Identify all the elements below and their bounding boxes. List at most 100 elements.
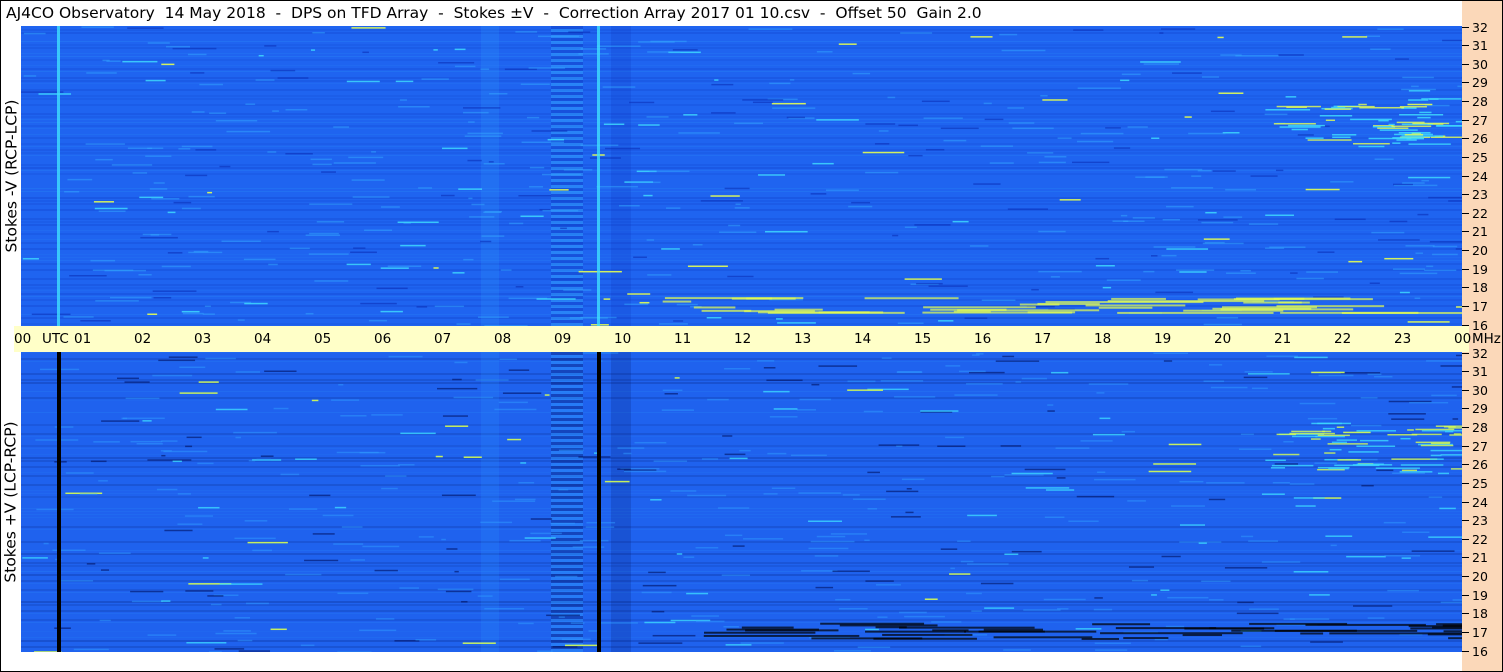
spectrogram-speckle: [1203, 323, 1242, 326]
frequency-tick-mark: [1462, 352, 1469, 354]
frequency-tick-text: 30: [1472, 56, 1488, 72]
spectrogram-speckle: [1068, 520, 1099, 522]
frequency-tick-label: 30: [1462, 382, 1488, 398]
spectrogram-speckle: [531, 130, 568, 132]
frequency-tick-text: 25: [1472, 475, 1488, 491]
spectrogram-burst-stripe: [551, 403, 583, 406]
spectrogram-burst-stripe: [551, 284, 583, 287]
spectrogram-speckle: [351, 179, 385, 181]
spectrogram-burst-stripe: [551, 508, 583, 511]
spectrogram-speckle: [190, 72, 205, 74]
spectrogram-speckle: [1094, 642, 1131, 645]
spectrogram-emission-streak: [993, 636, 1093, 639]
frequency-tick-label: 23: [1462, 513, 1488, 529]
spectrogram-speckle: [923, 117, 963, 119]
spectrogram-speckle: [799, 398, 831, 401]
spectrogram-speckle: [31, 313, 71, 316]
spectrogram-speckle: [1080, 440, 1113, 442]
spectrogram-speckle: [1367, 373, 1382, 376]
spectrogram-speckle: [1171, 187, 1214, 189]
spectrogram-burst-stripe: [551, 571, 583, 574]
spectrogram-speckle: [1330, 544, 1337, 547]
spectrogram-speckle: [177, 493, 191, 495]
spectrogram-speckle: [687, 494, 727, 497]
spectrogram-speckle: [1143, 63, 1180, 65]
spectrogram-speckle: [1179, 524, 1206, 526]
spectrogram-speckle: [458, 188, 483, 190]
frequency-tick-label: 16: [1462, 643, 1488, 659]
frequency-tick-text: 24: [1472, 494, 1488, 510]
spectrogram-band: [21, 314, 1462, 315]
spectrogram-speckle: [433, 49, 438, 51]
spectrogram-speckle: [739, 449, 751, 452]
spectrogram-speckle: [153, 296, 172, 299]
spectrogram-activity: [1420, 444, 1454, 447]
spectrogram-activity: [1279, 126, 1321, 128]
spectrogram-speckle: [85, 143, 125, 145]
bottom-ylabel-text: Stokes +V (LCP-RCP): [2, 421, 21, 583]
frequency-tick-mark: [1462, 287, 1469, 289]
spectrogram-speckle: [1163, 360, 1173, 362]
frequency-tick-mark: [1462, 557, 1469, 559]
spectrogram-burst-stripe: [551, 610, 583, 613]
spectrogram-speckle: [264, 370, 297, 373]
spectrogram-speckle: [441, 538, 446, 541]
spectrogram-speckle: [1057, 137, 1072, 139]
frequency-tick-mark: [1462, 576, 1469, 577]
spectrogram-burst-stripe: [551, 248, 583, 251]
spectrogram-band: [21, 260, 1462, 261]
spectrogram-speckle: [1179, 271, 1207, 273]
spectrogram-speckle: [498, 401, 528, 404]
spectrogram-speckle: [732, 545, 745, 547]
spectrogram-speckle: [786, 116, 805, 119]
spectrogram-band: [21, 352, 1462, 353]
spectrogram-burst-stripe: [551, 239, 583, 242]
spectrogram-speckle: [763, 367, 776, 369]
spectrogram-speckle: [1106, 279, 1141, 281]
spectrogram-burst-stripe: [551, 122, 583, 125]
spectrogram-burst-stripe: [551, 134, 583, 137]
spectrogram-activity: [1276, 105, 1321, 108]
spectrogram-activity: [1440, 454, 1462, 456]
spectrogram-burst-stripe: [551, 424, 583, 427]
spectrogram-speckle: [734, 122, 764, 125]
spectrogram-speckle: [865, 628, 879, 631]
spectrogram-band: [21, 224, 1462, 226]
spectrogram-speckle: [769, 416, 798, 418]
spectrogram-speckle: [98, 210, 126, 213]
spectrogram-activity: [1271, 464, 1314, 467]
time-tick-label: 00: [14, 331, 32, 347]
spectrogram-speckle: [481, 235, 505, 237]
spectrogram-speckle: [890, 516, 921, 518]
spectrogram-speckle: [604, 147, 641, 150]
spectrogram-speckle: [54, 627, 71, 629]
spectrogram-speckle: [421, 78, 449, 80]
spectrogram-speckle: [202, 557, 209, 559]
spectrogram-burst-stripe: [551, 478, 583, 481]
frequency-tick-label: 25: [1462, 149, 1488, 165]
spectrogram-burst-stripe: [551, 161, 583, 164]
spectrogram-band: [21, 128, 1462, 129]
spectrogram-marker-line: [597, 26, 600, 326]
frequency-tick-label: 26: [1462, 131, 1488, 147]
spectrogram-speckle: [638, 642, 683, 644]
frequency-tick-label: 30: [1462, 56, 1488, 72]
spectrogram-speckle: [102, 59, 110, 62]
spectrogram-band: [21, 358, 1462, 360]
spectrogram-speckle: [109, 296, 152, 299]
spectrogram-speckle: [1226, 272, 1256, 274]
spectrogram-speckle: [957, 540, 971, 542]
spectrogram-speckle: [789, 79, 795, 81]
spectrogram-speckle: [1414, 297, 1421, 299]
spectrogram-speckle: [848, 205, 873, 208]
spectrogram-speckle: [1044, 155, 1067, 158]
spectrogram-band: [21, 589, 1462, 591]
spectrogram-speckle: [334, 506, 347, 509]
spectrogram-burst-stripe: [551, 179, 583, 182]
spectrogram-speckle: [348, 156, 384, 159]
spectrogram-burst-stripe: [551, 556, 583, 559]
spectrogram-speckle: [1317, 251, 1335, 253]
spectrogram-speckle: [874, 143, 890, 145]
spectrogram-activity: [1289, 432, 1335, 435]
spectrogram-speckle: [1093, 608, 1113, 611]
